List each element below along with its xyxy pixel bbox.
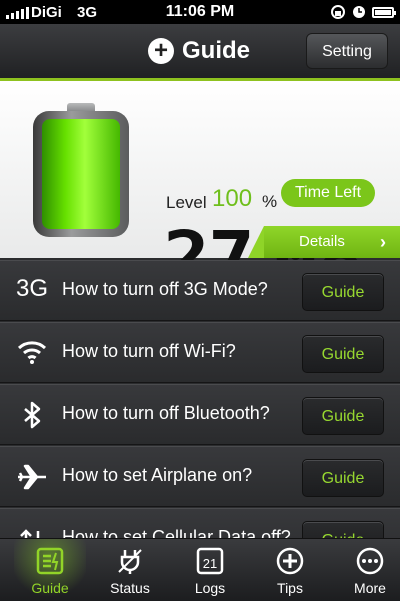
- setting-button[interactable]: Setting: [306, 33, 388, 69]
- bluetooth-icon: [14, 399, 50, 431]
- tab-guide[interactable]: Guide: [14, 539, 86, 601]
- level-value: 100: [212, 185, 253, 212]
- plug-icon: [116, 547, 144, 575]
- guide-row-wifi[interactable]: How to turn off Wi-Fi? Guide: [0, 322, 400, 383]
- guide-row-text: How to set Airplane on?: [62, 465, 253, 485]
- tab-label: Guide: [31, 580, 69, 596]
- guide-tab-icon: [36, 547, 64, 575]
- tab-more[interactable]: More: [334, 539, 400, 601]
- plus-circle-icon: +: [148, 38, 174, 64]
- guide-row-text: How to turn off Bluetooth?: [62, 403, 270, 423]
- 3g-icon: 3G: [15, 275, 48, 302]
- tab-tips[interactable]: Tips: [254, 539, 326, 601]
- calendar-icon: 21: [196, 547, 224, 575]
- guide-row-text: How to turn off Wi-Fi?: [62, 341, 236, 361]
- tab-bar: Guide Status 21 Logs Tips More: [0, 538, 400, 601]
- wifi-icon: [14, 337, 50, 369]
- tab-label: More: [354, 580, 386, 596]
- guide-row-bluetooth[interactable]: How to turn off Bluetooth? Guide: [0, 384, 400, 445]
- details-button[interactable]: Details ›: [248, 226, 400, 258]
- level-label: Level: [166, 193, 207, 212]
- page-title: + Guide: [148, 37, 250, 65]
- tab-logs[interactable]: 21 Logs: [174, 539, 246, 601]
- plus-circle-icon: [276, 547, 304, 575]
- more-icon: [356, 547, 384, 575]
- guide-row-text: How to turn off 3G Mode?: [62, 279, 268, 299]
- time-left-badge: Time Left: [281, 179, 375, 207]
- guide-row-3g[interactable]: 3G How to turn off 3G Mode? Guide: [0, 260, 400, 321]
- tab-status[interactable]: Status: [94, 539, 166, 601]
- guide-button-3g[interactable]: Guide: [302, 273, 384, 311]
- status-bar: DiGi 3G 11:06 PM: [0, 0, 400, 24]
- calendar-day: 21: [203, 556, 217, 571]
- alarm-clock-icon: [353, 6, 365, 18]
- airplane-icon: [14, 461, 50, 493]
- battery-level-icon: [33, 103, 129, 237]
- status-battery-icon: [372, 6, 396, 18]
- guide-row-airplane[interactable]: How to set Airplane on? Guide: [0, 446, 400, 507]
- guide-button-bluetooth[interactable]: Guide: [302, 397, 384, 435]
- guide-button-wifi[interactable]: Guide: [302, 335, 384, 373]
- details-label: Details: [299, 233, 345, 250]
- nav-bar: + Guide Setting: [0, 24, 400, 81]
- guide-button-airplane[interactable]: Guide: [302, 459, 384, 497]
- tab-label: Tips: [277, 580, 303, 596]
- rotation-lock-icon: [331, 5, 345, 19]
- page-title-text: Guide: [182, 37, 251, 64]
- level-unit: %: [262, 192, 278, 211]
- chevron-right-icon: ›: [380, 232, 386, 252]
- tab-label: Status: [110, 580, 150, 596]
- tab-label: Logs: [194, 580, 226, 596]
